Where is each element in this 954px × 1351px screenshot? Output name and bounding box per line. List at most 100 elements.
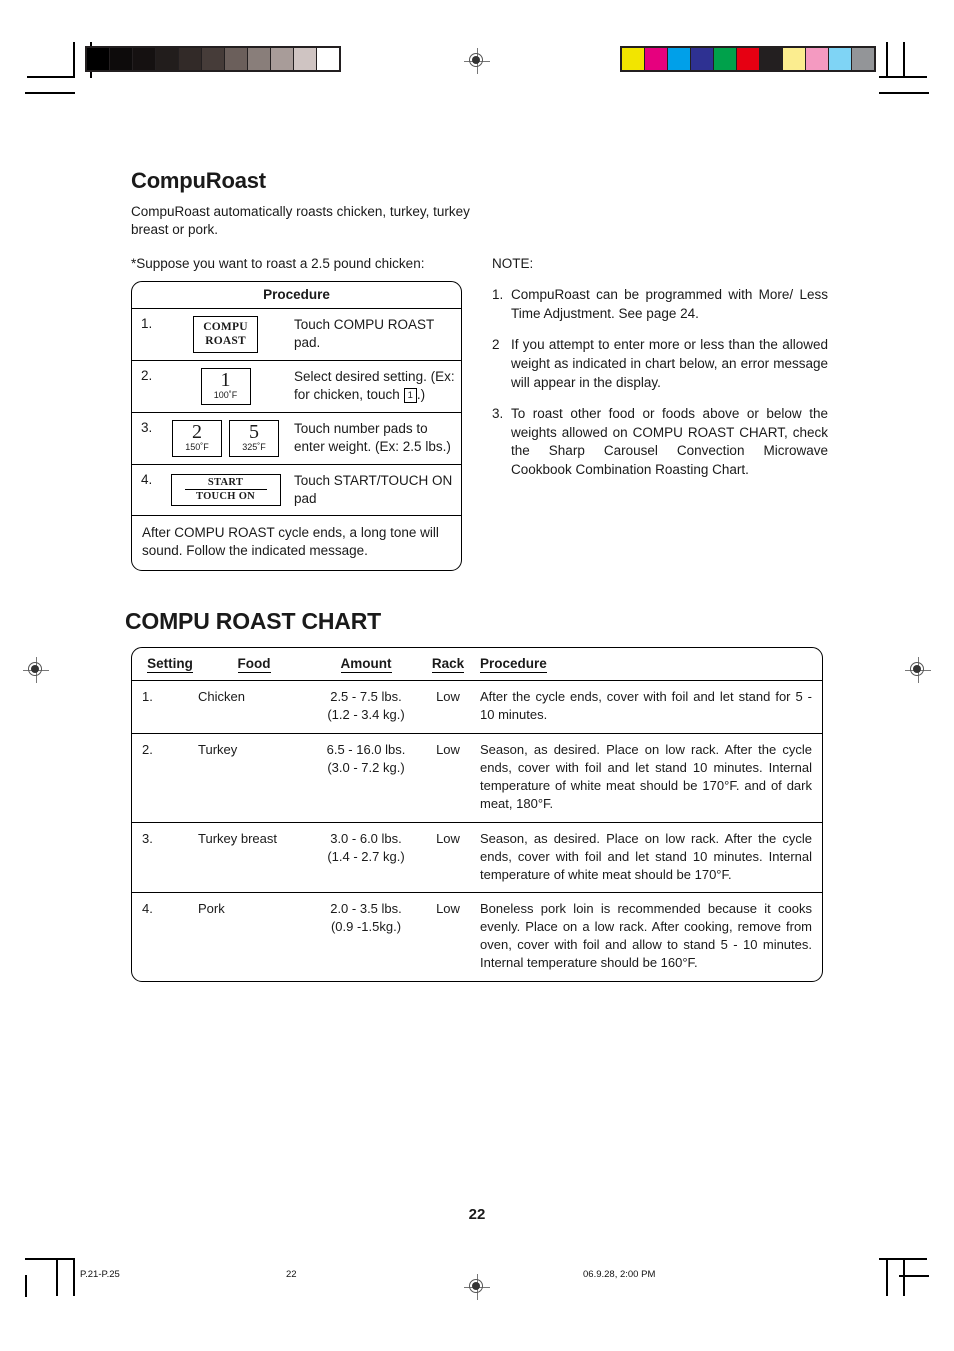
step-pad-graphics: COMPU ROAST [159,309,292,360]
pad-temperature: 150˚F [185,442,209,453]
color-swatch [645,48,667,70]
grayscale-swatch [317,48,339,70]
pad-label-line2: ROAST [205,334,246,347]
compu-roast-pad-icon[interactable]: COMPU ROAST [193,316,258,354]
note-item: 2 If you attempt to enter more or less t… [492,336,828,392]
inline-key-1-icon: 1 [403,388,417,404]
compu-roast-chart-table: Setting Food Amount Rack Procedure 1. Ch… [131,647,823,983]
note-item: 3. To roast other food or foods above or… [492,405,828,480]
color-swatch [714,48,736,70]
crop-mark-bl-v3 [56,1258,58,1296]
column-header-food: Food [198,648,310,681]
cell-rack: Low [422,733,474,823]
section-intro: CompuRoast automatically roasts chicken,… [131,204,470,238]
grayscale-swatch [133,48,155,70]
cell-rack: Low [436,901,460,917]
note-label: NOTE: [492,256,534,271]
color-calibration-bar [620,46,876,72]
table-row: 1. Chicken 2.5 - 7.5 lbs. (1.2 - 3.4 kg.… [132,680,822,734]
cell-rack: Low [422,680,474,734]
section-suppose: *Suppose you want to roast a 2.5 pound c… [131,256,425,271]
color-swatch [806,48,828,70]
step-pad-graphics: 2 150˚F 5 325˚F [159,413,292,464]
color-swatch [783,48,805,70]
crop-mark-tl-h2 [25,92,75,94]
amount-lbs: 3.0 - 6.0 lbs. [330,830,402,846]
pad-digit: 5 [249,421,259,444]
color-swatch [622,48,644,70]
grayscale-swatch [248,48,270,70]
grayscale-swatch [294,48,316,70]
cell-food: Turkey breast [198,822,310,894]
footer-center: 22 [286,1269,297,1280]
grayscale-calibration-bar [85,46,341,72]
pad-label-line2: TOUCH ON [195,490,256,502]
crop-mark-br-v [903,1258,905,1296]
color-swatch [737,48,759,70]
note-text: To roast other food or foods above or be… [511,406,828,477]
table-row: 3. Turkey breast 3.0 - 6.0 lbs. (1.4 - 2… [132,822,822,894]
step-number: 3. [141,420,153,436]
note-section: NOTE: 1. CompuRoast can be programmed wi… [492,256,828,493]
cell-setting: 1. [132,680,198,734]
start-touch-on-pad-icon[interactable]: START TOUCH ON [170,473,281,506]
crop-mark-tl-v [73,42,75,78]
color-swatch [852,48,874,70]
crop-mark-br-v2 [886,1258,888,1296]
step-number: 2. [141,368,153,384]
crop-mark-tr-v [903,42,905,78]
cell-procedure: Season, as desired. Place on low rack. A… [474,822,822,894]
note-marker: 1. [492,287,504,302]
registration-target-right [905,657,931,683]
step-description: Select desired setting. (Ex: for chicken… [292,361,461,412]
step-description: Touch START/TOUCH ON pad [294,472,453,506]
note-text: If you attempt to enter more or less tha… [511,337,828,390]
grayscale-swatch [225,48,247,70]
grayscale-swatch [110,48,132,70]
amount-kg: (1.2 - 3.4 kg.) [327,706,405,722]
number-pad-2-icon[interactable]: 2 150˚F [172,420,222,457]
crop-mark-br-h2 [899,1275,929,1277]
color-swatch [668,48,690,70]
footer-left: P.21-P.25 [80,1269,120,1280]
step-description-part2: .) [416,386,426,402]
page-canvas: CompuRoast CompuRoast automatically roas… [0,0,954,1351]
procedure-footer-note: After COMPU ROAST cycle ends, a long ton… [142,524,439,558]
procedure-table: Procedure 1. COMPU ROAST Touch COMPU ROA… [131,281,462,571]
page-number: 22 [468,1206,486,1223]
grayscale-swatch [156,48,178,70]
grayscale-swatch [179,48,201,70]
cell-amount: 6.5 - 16.0 lbs. (3.0 - 7.2 kg.) [310,733,422,823]
pad-digit: 2 [192,421,202,444]
step-description: Touch COMPU ROAST pad. [294,317,435,350]
procedure-table-header: Procedure [132,282,461,309]
procedure-step-row: 1. COMPU ROAST Touch COMPU ROAST pad. [132,309,461,362]
registration-target-bottom [464,1274,490,1300]
amount-lbs: 2.0 - 3.5 lbs. [330,901,402,917]
crop-mark-bl-h2 [25,1258,55,1260]
color-swatch [691,48,713,70]
note-marker: 3. [492,406,504,422]
table-row: 4. Pork 2.0 - 3.5 lbs. (0.9 -1.5kg.) Low… [132,893,822,981]
procedure-step-row: 2. 1 100˚F Select desired setting. (Ex: … [132,361,461,414]
registration-target-left [23,657,49,683]
note-marker: 2 [492,337,500,353]
step-description-part1: Select desired setting. (Ex: for chicken… [294,369,455,402]
crop-mark-tr-h2 [879,92,929,94]
crop-mark-bl-v [73,1258,75,1296]
cell-setting: 4. [142,901,153,917]
pad-temperature: 100˚F [213,390,238,401]
pad-temperature: 325˚F [242,442,266,453]
color-swatch [760,48,782,70]
crop-mark-tl-h [27,76,75,78]
step-number: 1. [141,316,153,331]
column-header-amount: Amount [310,648,422,681]
amount-kg: (1.4 - 2.7 kg.) [327,848,405,864]
page-title: CompuRoast [131,168,266,193]
number-pad-1-icon[interactable]: 1 100˚F [200,368,251,406]
amount-kg: (0.9 -1.5kg.) [330,919,402,935]
number-pad-5-icon[interactable]: 5 325˚F [229,420,279,457]
cell-procedure: Boneless pork loin is recommended becaus… [480,901,812,971]
color-swatch [829,48,851,70]
pad-digit: 1 [220,369,231,392]
